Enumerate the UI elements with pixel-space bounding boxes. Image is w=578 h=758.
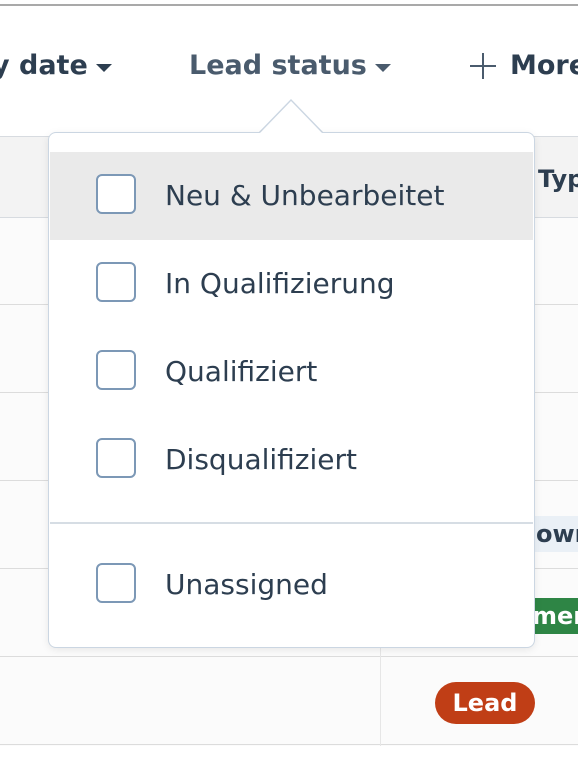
option-label: Neu & Unbearbeitet (165, 179, 445, 212)
checkbox[interactable] (96, 438, 136, 478)
option-label: Unassigned (165, 568, 328, 601)
lead-status-filter-button[interactable]: Lead status (189, 50, 391, 82)
checkbox[interactable] (96, 174, 136, 214)
checkbox[interactable] (96, 563, 136, 603)
caret-down-icon (95, 63, 112, 72)
option-label: In Qualifizierung (165, 267, 395, 300)
option-qualifiziert[interactable]: Qualifiziert (50, 328, 533, 416)
lead-tag: Lead (435, 682, 535, 724)
option-unassigned[interactable]: Unassigned (50, 541, 533, 629)
date-filter-label: y date (0, 50, 88, 81)
column-header-type[interactable]: Typ (538, 165, 578, 193)
option-in-qualifizierung[interactable]: In Qualifizierung (50, 240, 533, 328)
row-divider (0, 744, 578, 745)
dropdown-pointer-fill (260, 101, 322, 133)
more-filters-button[interactable]: More (470, 50, 578, 82)
option-label: Disqualifiziert (165, 443, 357, 476)
plus-icon (470, 53, 496, 79)
more-filters-label: More (510, 50, 578, 81)
option-label: Qualifiziert (165, 355, 318, 388)
checkbox[interactable] (96, 350, 136, 390)
lead-status-filter-label: Lead status (189, 50, 367, 81)
option-neu-unbearbeitet[interactable]: Neu & Unbearbeitet (50, 152, 533, 240)
caret-down-icon (374, 63, 391, 72)
dropdown-divider (50, 522, 533, 524)
option-disqualifiziert[interactable]: Disqualifiziert (50, 416, 533, 504)
checkbox[interactable] (96, 262, 136, 302)
date-filter-button[interactable]: y date (0, 50, 112, 82)
lead-status-dropdown: Neu & Unbearbeitet In Qualifizierung Qua… (48, 132, 535, 648)
row-divider (0, 656, 578, 657)
